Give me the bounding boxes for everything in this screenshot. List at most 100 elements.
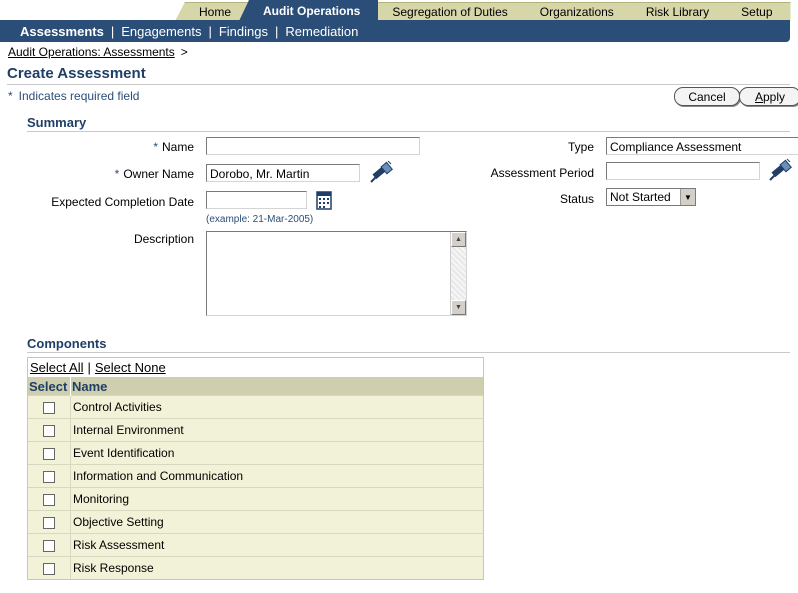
components-toolbar: Select All | Select None xyxy=(28,358,483,377)
subnav-separator: | xyxy=(274,23,279,39)
tab-risk-library[interactable]: Risk Library xyxy=(621,2,728,21)
subnav-remediation[interactable]: Remediation xyxy=(285,24,358,39)
tab-label: Home xyxy=(199,5,232,19)
name-input[interactable] xyxy=(206,137,420,155)
tab-label: Segregation of Duties xyxy=(392,5,508,19)
subnav-assessments[interactable]: Assessments xyxy=(20,24,104,39)
summary-section-title: Summary xyxy=(27,115,790,132)
table-row: Monitoring xyxy=(28,487,483,511)
top-tabs: Home Audit Operations Segregation of Dut… xyxy=(175,0,791,21)
table-row: Risk Assessment xyxy=(28,533,483,557)
tab-setup[interactable]: Setup xyxy=(717,2,791,21)
tab-audit-operations[interactable]: Audit Operations xyxy=(239,0,379,21)
table-row: Internal Environment xyxy=(28,418,483,442)
required-star: * xyxy=(114,167,120,181)
row-checkbox[interactable] xyxy=(43,424,55,437)
tab-label: Risk Library xyxy=(645,5,710,19)
subnav-separator: | xyxy=(208,23,212,39)
cancel-label: Cancel xyxy=(688,89,726,104)
breadcrumb-link-assessments[interactable]: Audit Operations: Assessments xyxy=(8,45,175,59)
tab-organizations[interactable]: Organizations xyxy=(515,2,632,21)
row-checkbox[interactable] xyxy=(43,493,55,506)
scroll-down-icon[interactable]: ▼ xyxy=(451,300,466,315)
owner-label-text: Owner Name xyxy=(123,167,194,181)
required-field-note: * Indicates required field xyxy=(8,89,139,103)
components-grid: Select Name Control Activities Internal … xyxy=(28,377,483,579)
tab-label: Organizations xyxy=(539,5,614,19)
status-label: Status xyxy=(559,192,594,206)
components-table: Select All | Select None Select Name Contr… xyxy=(27,357,484,580)
owner-name-input[interactable]: Dorobo, Mr. Martin xyxy=(206,164,360,182)
row-name: Control Activities xyxy=(70,395,483,419)
toolbar-separator: | xyxy=(87,360,91,375)
expected-completion-date-input[interactable] xyxy=(206,191,307,209)
tab-segregation-of-duties[interactable]: Segregation of Duties xyxy=(368,2,526,21)
row-name: Risk Assessment xyxy=(70,533,483,557)
table-row: Objective Setting xyxy=(28,510,483,534)
breadcrumb-separator: > xyxy=(180,45,188,59)
name-label-text: Name xyxy=(161,140,194,154)
page-title: Create Assessment xyxy=(7,65,790,85)
table-row: Event Identification xyxy=(28,441,483,465)
row-checkbox[interactable] xyxy=(43,516,55,529)
table-row: Risk Response xyxy=(28,556,483,579)
row-checkbox[interactable] xyxy=(43,447,55,460)
apply-button[interactable]: Apply xyxy=(739,87,798,106)
row-name: Monitoring xyxy=(70,487,483,511)
row-checkbox[interactable] xyxy=(43,562,55,575)
row-checkbox[interactable] xyxy=(43,401,55,414)
status-selected-value: Not Started xyxy=(610,190,671,204)
breadcrumb: Audit Operations: Assessments > xyxy=(8,45,188,59)
select-none-link[interactable]: Select None xyxy=(95,360,166,375)
table-row: Information and Communication xyxy=(28,464,483,488)
name-label: * Name xyxy=(20,140,194,154)
components-section-title: Components xyxy=(27,336,790,353)
period-search-flashlight-icon[interactable] xyxy=(768,158,792,182)
tab-label: Setup xyxy=(741,5,773,19)
assessment-period-input[interactable] xyxy=(606,162,760,180)
table-header-row: Select Name xyxy=(28,377,483,396)
column-header-name: Name xyxy=(70,377,483,396)
required-star: * xyxy=(153,140,158,154)
calendar-icon[interactable] xyxy=(316,190,332,210)
subnav-engagements[interactable]: Engagements xyxy=(121,24,201,39)
row-checkbox[interactable] xyxy=(43,539,55,552)
type-label: Type xyxy=(567,140,594,154)
description-textarea[interactable]: ▲ ▼ xyxy=(206,231,467,316)
status-select[interactable]: Not Started ▼ xyxy=(606,188,696,206)
subnav-findings[interactable]: Findings xyxy=(219,24,268,39)
row-name: Internal Environment xyxy=(70,418,483,442)
row-select-cell xyxy=(28,395,71,419)
row-select-cell xyxy=(28,487,71,511)
expected-completion-date-label: Expected Completion Date xyxy=(51,195,194,209)
row-name: Risk Response xyxy=(70,556,483,579)
row-select-cell xyxy=(28,510,71,534)
row-select-cell xyxy=(28,464,71,488)
sub-navigation: Assessments | Engagements | Findings | R… xyxy=(0,20,790,42)
owner-name-label: * Owner Name xyxy=(20,167,194,181)
date-example-hint: (example: 21-Mar-2005) xyxy=(206,214,314,225)
row-select-cell xyxy=(28,441,71,465)
description-scrollbar[interactable]: ▲ ▼ xyxy=(450,232,466,315)
chevron-down-icon[interactable]: ▼ xyxy=(680,189,695,205)
row-checkbox[interactable] xyxy=(43,470,55,483)
select-all-link[interactable]: Select All xyxy=(30,360,83,375)
row-name: Information and Communication xyxy=(70,464,483,488)
column-header-select: Select xyxy=(28,377,71,396)
required-star: * xyxy=(8,89,13,103)
table-row: Control Activities xyxy=(28,395,483,419)
row-name: Objective Setting xyxy=(70,510,483,534)
required-note-text: Indicates required field xyxy=(18,89,140,103)
tab-label: Audit Operations xyxy=(263,4,361,18)
subnav-separator: | xyxy=(110,23,115,39)
tab-home[interactable]: Home xyxy=(175,2,250,21)
description-label: Description xyxy=(133,232,194,246)
owner-search-flashlight-icon[interactable] xyxy=(369,160,393,184)
scroll-up-icon[interactable]: ▲ xyxy=(451,232,466,247)
cancel-button[interactable]: Cancel xyxy=(674,87,740,106)
row-select-cell xyxy=(28,556,71,579)
type-value-field[interactable]: Compliance Assessment xyxy=(606,137,798,155)
row-name: Event Identification xyxy=(70,441,483,465)
row-select-cell xyxy=(28,418,71,442)
apply-accesskey: A xyxy=(754,89,763,104)
